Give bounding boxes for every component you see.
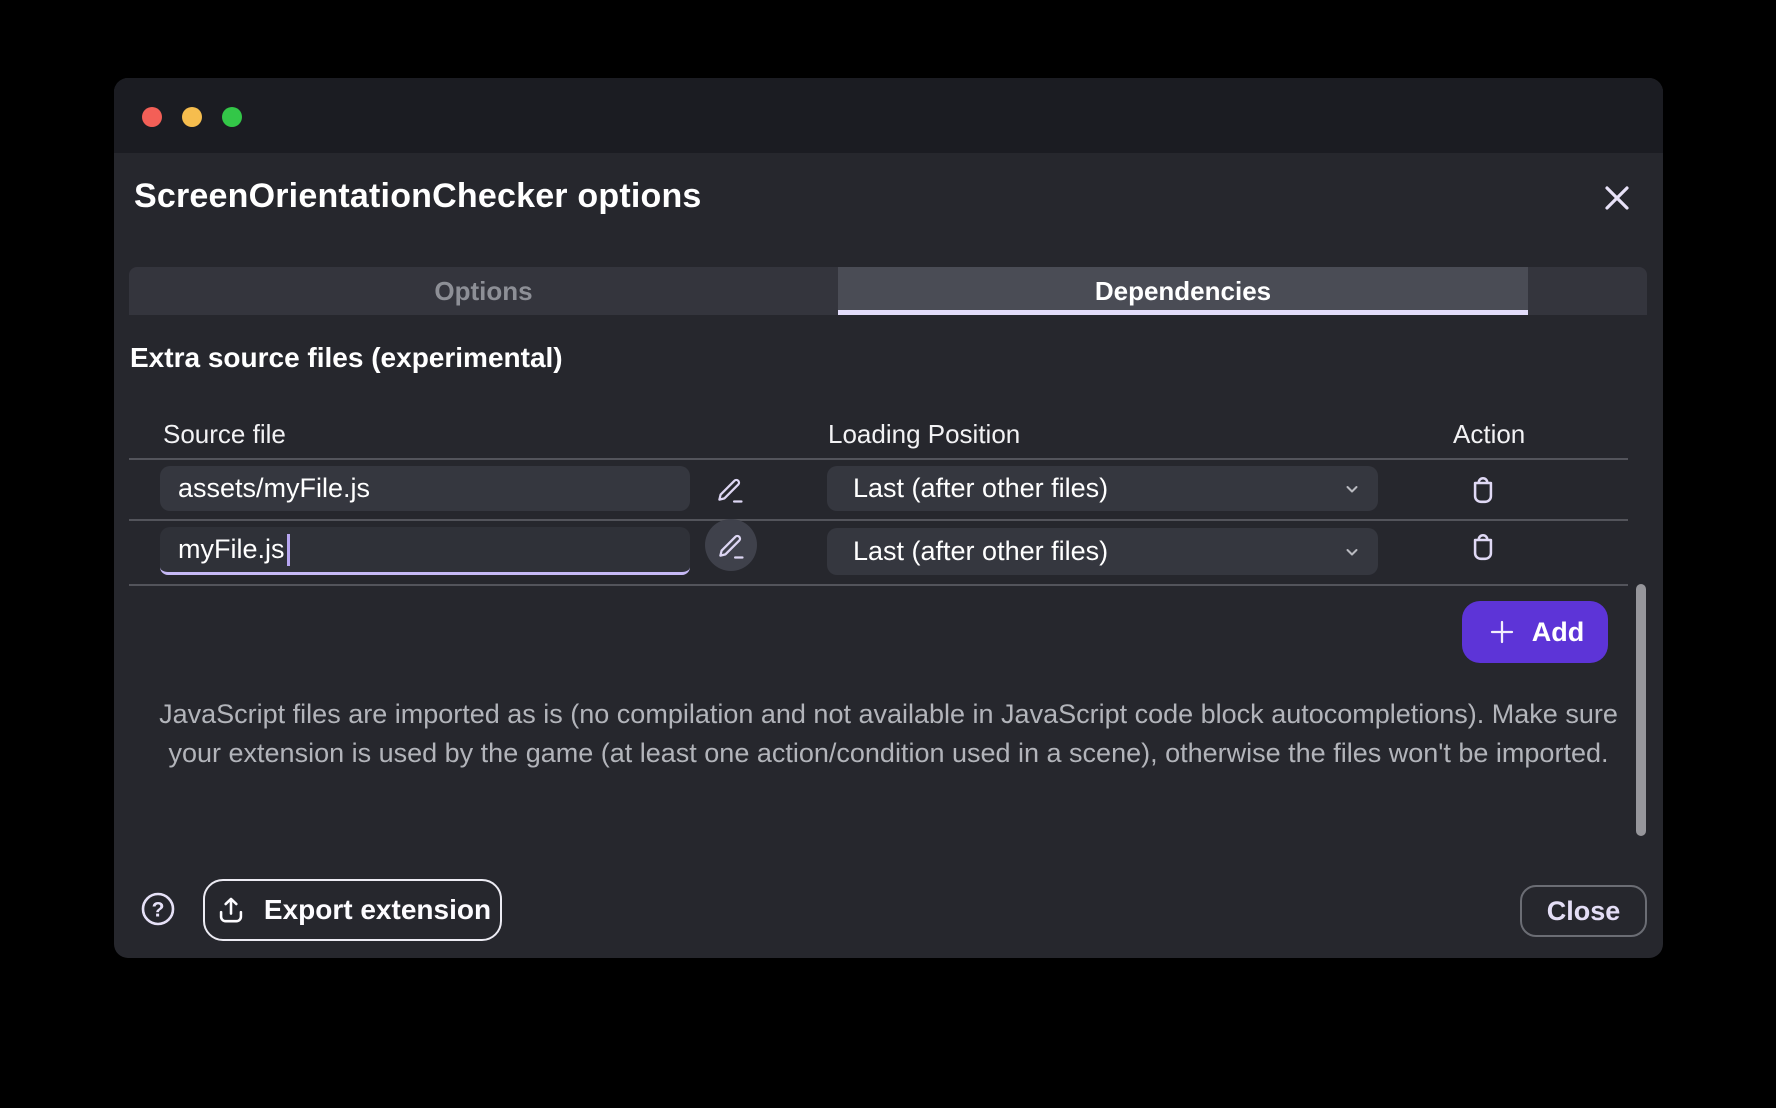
delete-row-button[interactable]: [1457, 520, 1509, 572]
question-mark-circle-icon: ?: [138, 889, 178, 929]
close-dialog-button[interactable]: [1599, 180, 1635, 216]
screen-background: ScreenOrientationChecker options Options…: [0, 0, 1776, 1108]
export-extension-button[interactable]: Export extension: [203, 879, 502, 941]
chevron-down-icon: [1340, 540, 1364, 564]
add-button-label: Add: [1532, 617, 1584, 648]
window-titlebar: [114, 78, 1663, 153]
traffic-light-close-icon[interactable]: [142, 107, 162, 127]
loading-position-value: Last (after other files): [853, 473, 1108, 504]
help-button[interactable]: ?: [138, 889, 178, 929]
dialog-title: ScreenOrientationChecker options: [134, 177, 702, 216]
source-file-input[interactable]: assets/myFile.js: [160, 466, 690, 511]
tab-bar: Options Dependencies: [129, 267, 1647, 315]
vertical-scrollbar-thumb[interactable]: [1636, 584, 1646, 836]
upload-icon: [214, 893, 248, 927]
source-files-help-text: JavaScript files are imported as is (no …: [144, 695, 1633, 772]
trash-icon: [1464, 527, 1502, 565]
delete-row-button[interactable]: [1457, 463, 1509, 515]
pen-icon: [713, 472, 747, 506]
close-icon: [1599, 180, 1635, 216]
trash-icon: [1464, 470, 1502, 508]
section-heading: Extra source files (experimental): [130, 342, 563, 374]
close-button-label: Close: [1547, 896, 1621, 927]
add-source-file-button[interactable]: Add: [1462, 601, 1608, 663]
column-header-source-file: Source file: [163, 419, 286, 450]
text-cursor: [287, 534, 290, 566]
traffic-light-zoom-icon[interactable]: [222, 107, 242, 127]
tab-options[interactable]: Options: [129, 267, 838, 315]
tab-options-label: Options: [434, 276, 532, 307]
table-divider: [129, 519, 1628, 521]
tab-bar-filler: [1528, 267, 1647, 315]
edit-source-file-button[interactable]: [705, 519, 757, 571]
active-tab-indicator: [838, 310, 1528, 315]
extension-options-dialog: ScreenOrientationChecker options Options…: [114, 78, 1663, 958]
source-file-value: myFile.js: [178, 534, 285, 565]
export-extension-label: Export extension: [264, 894, 491, 926]
table-divider: [129, 458, 1628, 460]
tab-dependencies[interactable]: Dependencies: [838, 267, 1528, 315]
svg-text:?: ?: [152, 899, 165, 922]
table-divider: [129, 584, 1628, 586]
close-button[interactable]: Close: [1520, 885, 1647, 937]
edit-source-file-button[interactable]: [704, 463, 756, 515]
plus-icon: [1486, 616, 1518, 648]
column-header-loading-position: Loading Position: [828, 419, 1020, 450]
pen-icon: [714, 528, 748, 562]
column-header-action: Action: [1453, 419, 1525, 450]
loading-position-value: Last (after other files): [853, 536, 1108, 567]
source-file-value: assets/myFile.js: [178, 473, 370, 504]
source-file-input-focused[interactable]: myFile.js: [160, 527, 690, 575]
loading-position-select[interactable]: Last (after other files): [827, 528, 1378, 575]
chevron-down-icon: [1340, 477, 1364, 501]
loading-position-select[interactable]: Last (after other files): [827, 466, 1378, 511]
traffic-light-minimize-icon[interactable]: [182, 107, 202, 127]
tab-dependencies-label: Dependencies: [1095, 276, 1271, 307]
